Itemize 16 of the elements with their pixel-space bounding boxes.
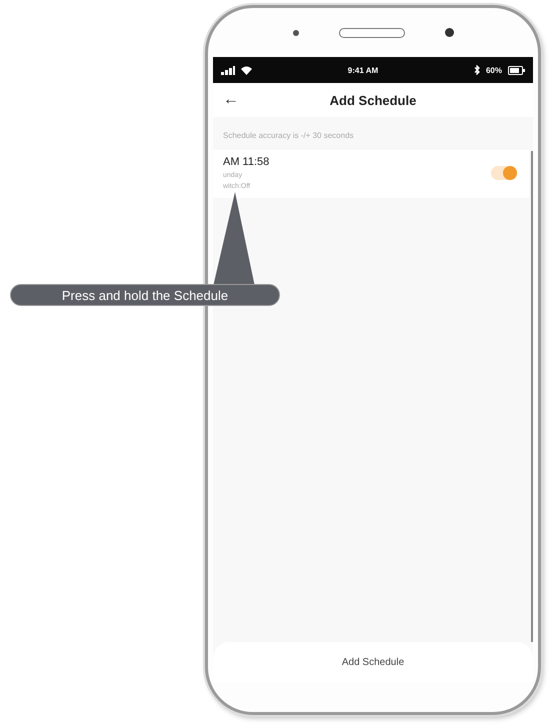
sensor-icon [292, 30, 298, 36]
bluetooth-icon [474, 65, 480, 75]
screen-title: Add Schedule [330, 92, 416, 108]
battery-icon [508, 66, 525, 74]
back-button[interactable]: ← [223, 91, 239, 109]
schedule-toggle[interactable] [491, 166, 517, 180]
camera-icon [444, 28, 454, 37]
speaker-icon [338, 28, 404, 38]
accuracy-note: Schedule accuracy is -/+ 30 seconds [222, 130, 355, 142]
signal-icon [221, 66, 235, 74]
wifi-icon [241, 66, 252, 74]
add-schedule-button[interactable]: Add Schedule [213, 642, 533, 682]
status-time: 9:41 AM [346, 66, 380, 74]
battery-level: 60% [486, 66, 502, 74]
schedule-time: AM 11:58 [223, 156, 270, 168]
instruction-callout: Press and hold the Schedule [10, 284, 280, 306]
